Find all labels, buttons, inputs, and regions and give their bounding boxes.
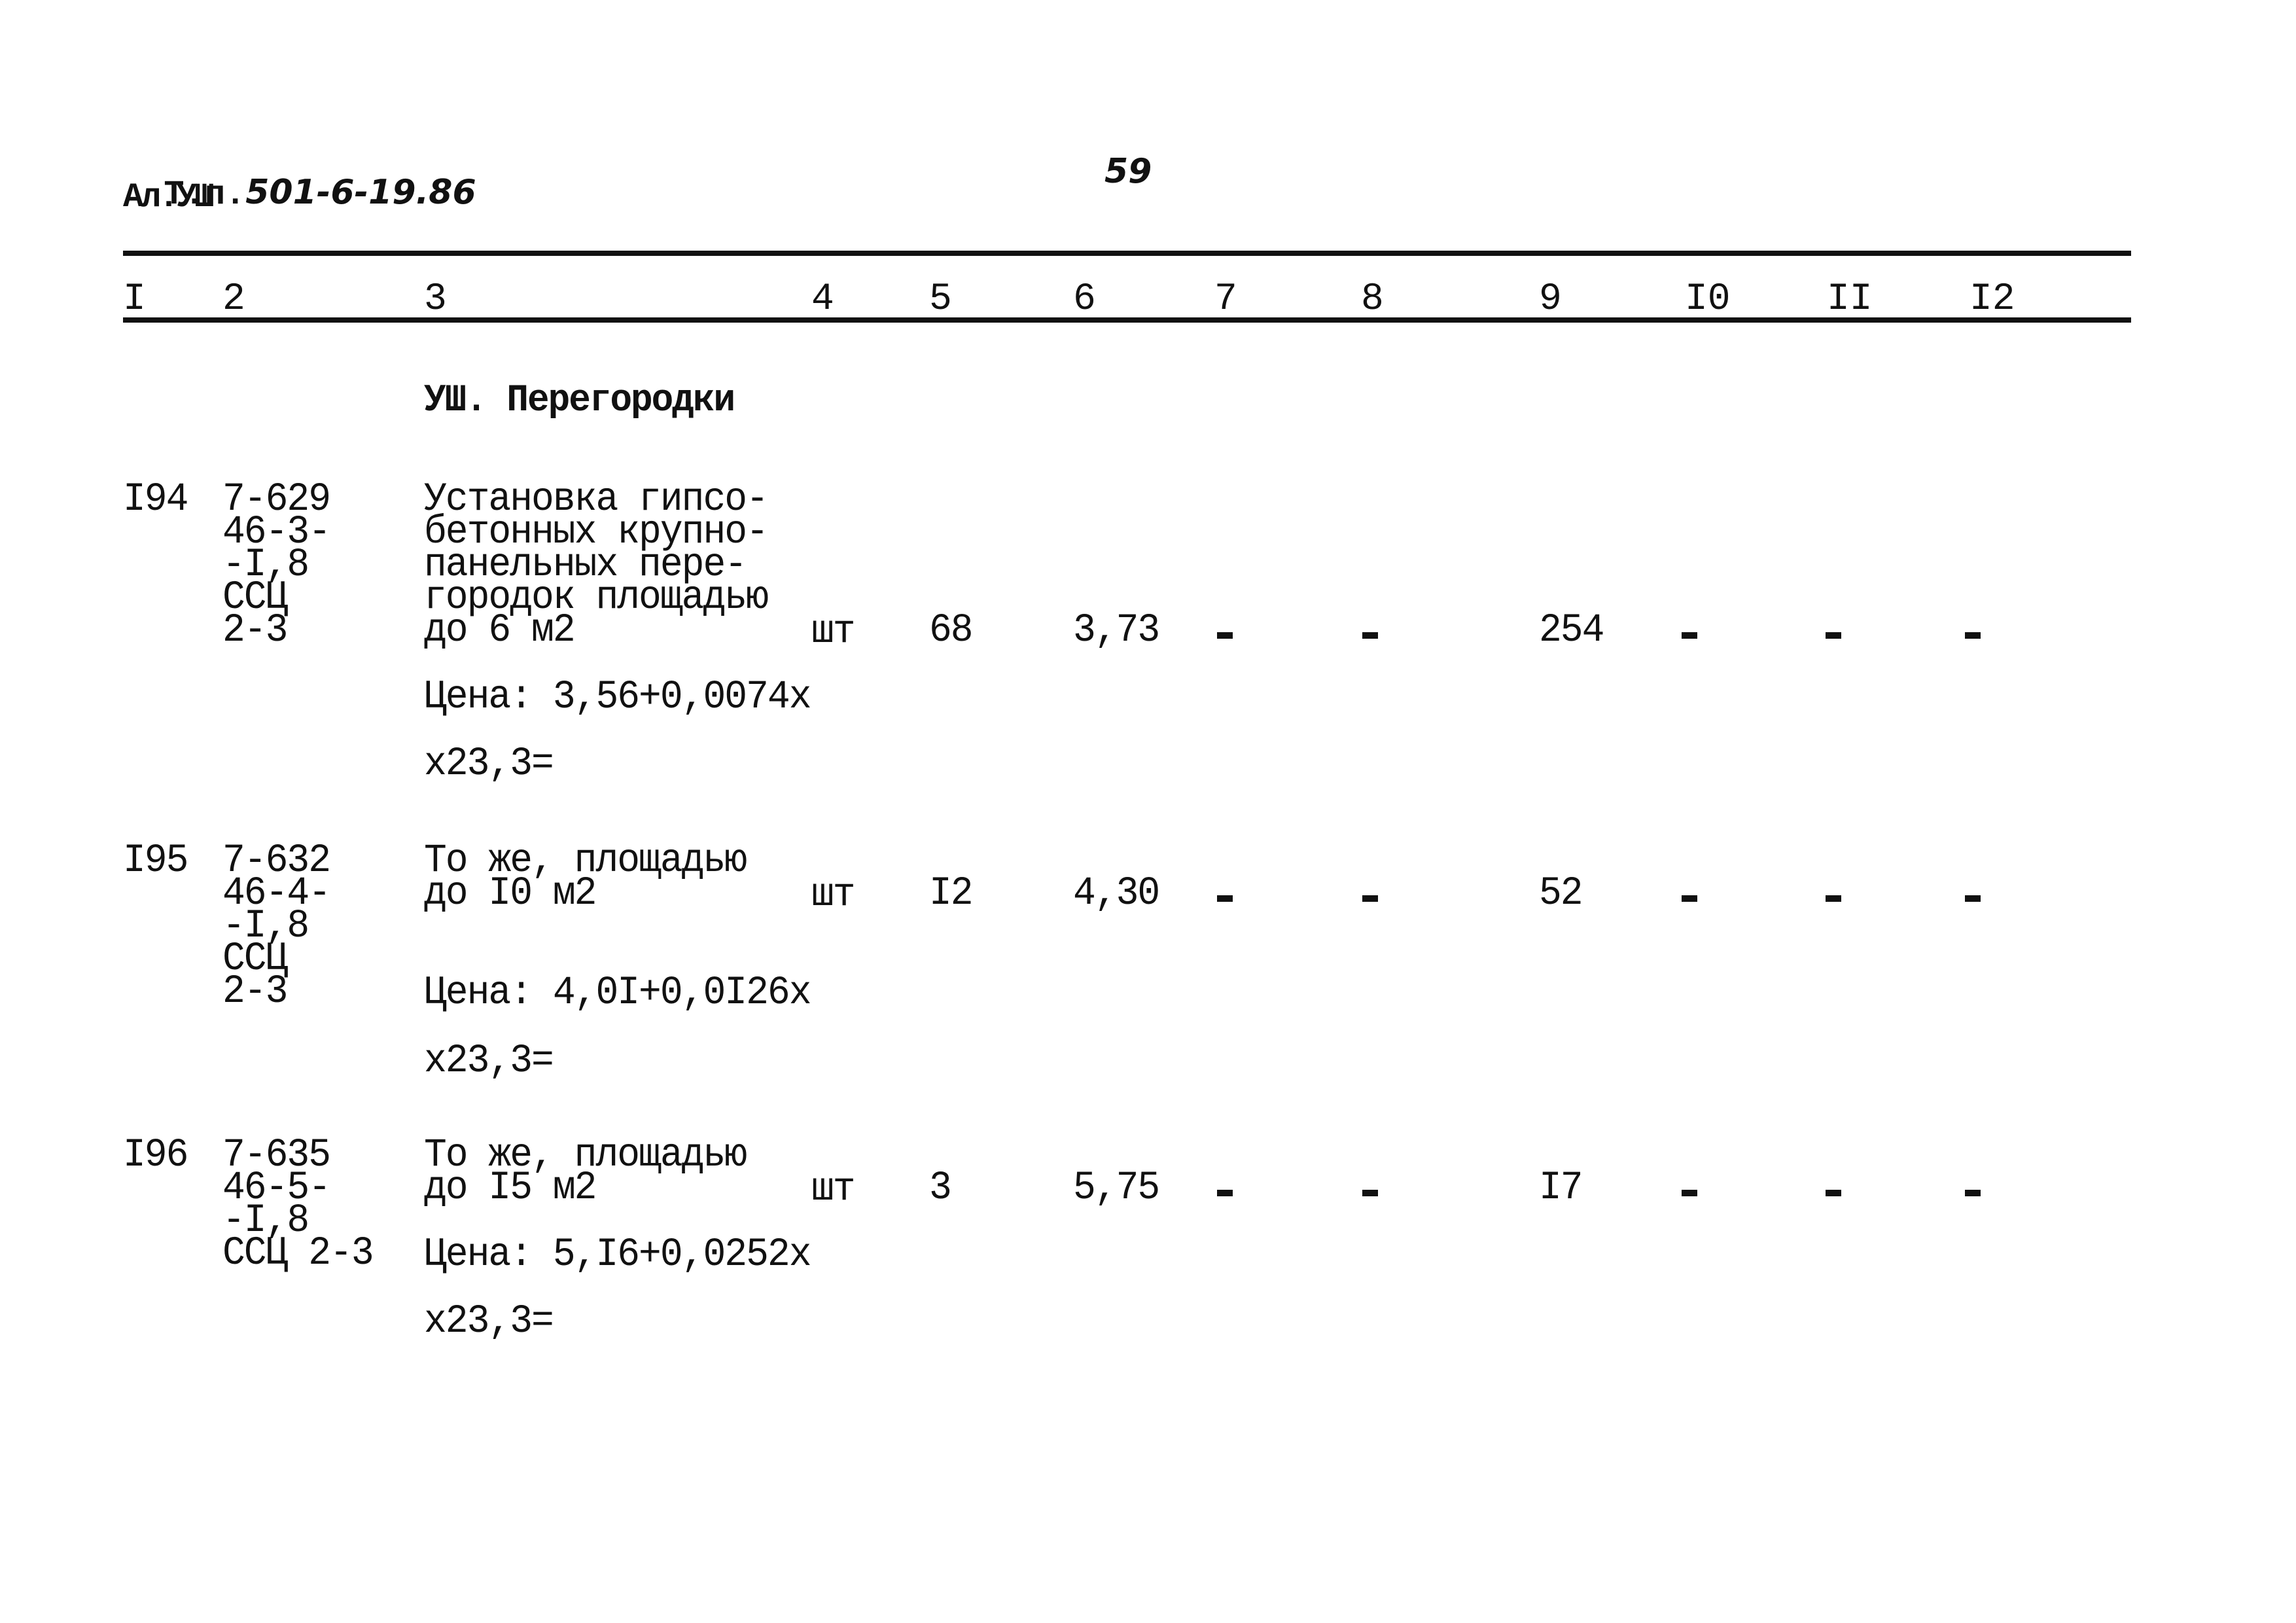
- unit: шт: [811, 609, 856, 654]
- col-header-1: I: [123, 278, 146, 321]
- dash-col11: [1826, 895, 1841, 902]
- col-header-2: 2: [222, 278, 245, 321]
- total-cost: 52: [1539, 871, 1583, 916]
- price-formula: Цена: 3,56+0,0074x: [424, 675, 812, 720]
- row-number: I94: [123, 477, 188, 522]
- total-cost: 254: [1539, 608, 1604, 653]
- code-line: 2-3: [222, 969, 288, 1014]
- dash-col10: [1682, 895, 1697, 902]
- description-line: до I5 м2: [424, 1166, 597, 1211]
- price-formula: Цена: 4,0I+0,0I26x: [424, 971, 812, 1016]
- unit-price: 4,30: [1073, 871, 1160, 916]
- col-header-12: I2: [1969, 278, 2015, 321]
- multiplier: x23,3=: [424, 741, 554, 787]
- col-header-5: 5: [929, 278, 952, 321]
- unit: шт: [811, 872, 856, 918]
- multiplier: x23,3=: [424, 1039, 554, 1084]
- row-number: I95: [123, 838, 188, 883]
- dash-col11: [1826, 632, 1841, 639]
- page-number: 59: [1104, 152, 1152, 191]
- code-line: 2-3: [222, 608, 288, 653]
- multiplier: x23,3=: [424, 1299, 554, 1344]
- col-header-6: 6: [1073, 278, 1096, 321]
- dash-col10: [1682, 1190, 1697, 1196]
- col-header-4: 4: [811, 278, 834, 321]
- unit-price: 3,73: [1073, 608, 1160, 653]
- dash-col7: [1217, 632, 1233, 639]
- code-line: ССЦ 2-3: [222, 1231, 374, 1276]
- dash-col7: [1217, 1190, 1233, 1196]
- description-line: до I0 м2: [424, 871, 597, 916]
- total-cost: I7: [1539, 1166, 1583, 1211]
- col-header-9: 9: [1539, 278, 1562, 321]
- quantity: 3: [929, 1166, 952, 1211]
- dash-col12: [1965, 632, 1981, 639]
- dash-col12: [1965, 1190, 1981, 1196]
- col-header-11: II: [1827, 278, 1873, 321]
- dash-col8: [1362, 1190, 1378, 1196]
- dash-col8: [1362, 632, 1378, 639]
- doc-code: 501-6-19.86: [245, 173, 476, 212]
- dash-col11: [1826, 1190, 1841, 1196]
- price-formula: Цена: 5,I6+0,0252x: [424, 1232, 812, 1277]
- col-header-10: I0: [1685, 278, 1731, 321]
- section-title: УШ. Перегородки: [424, 378, 735, 422]
- dash-col7: [1217, 895, 1233, 902]
- row-number: I96: [123, 1133, 188, 1178]
- col-header-7: 7: [1214, 278, 1237, 321]
- col-header-8: 8: [1361, 278, 1384, 321]
- unit: шт: [811, 1167, 856, 1212]
- dash-col10: [1682, 632, 1697, 639]
- album-label: Ал.УШ: [123, 178, 215, 217]
- col-header-3: 3: [424, 278, 447, 321]
- dash-col12: [1965, 895, 1981, 902]
- quantity: I2: [929, 871, 974, 916]
- unit-price: 5,75: [1073, 1166, 1160, 1211]
- quantity: 68: [929, 608, 974, 653]
- dash-col8: [1362, 895, 1378, 902]
- header-rule-top: [123, 251, 2131, 256]
- description-line: до 6 м2: [424, 608, 576, 653]
